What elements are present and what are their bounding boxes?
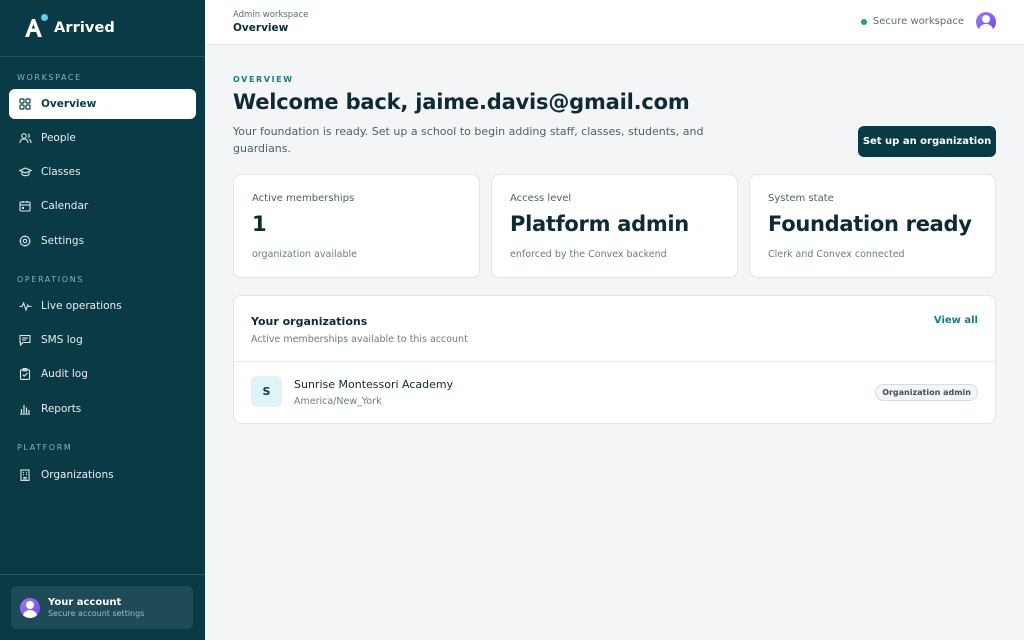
sidebar-item-classes[interactable]: Classes [9, 157, 196, 187]
sidebar-item-live-operations[interactable]: Live operations [9, 291, 196, 321]
status-dot-icon [860, 18, 867, 25]
stat-note: enforced by the Convex backend [510, 249, 667, 260]
account-title: Your account [48, 597, 122, 608]
stat-label: Active memberships [252, 193, 355, 204]
avatar [20, 597, 40, 618]
grid-icon [18, 97, 32, 111]
stat-value: 1 [252, 212, 267, 236]
organizations-title: Your organizations [251, 315, 368, 328]
sidebar-item-label: Overview [41, 98, 97, 110]
building-icon [18, 468, 32, 482]
section-eyebrow: OVERVIEW [233, 75, 294, 84]
organizations-header: Your organizations Active memberships av… [234, 296, 995, 362]
arrived-logo-icon [22, 14, 48, 39]
stat-label: Access level [510, 193, 572, 204]
sidebar-item-label: Classes [41, 166, 81, 178]
sidebar-item-sms-log[interactable]: SMS log [9, 325, 196, 355]
sidebar-item-label: Organizations [41, 469, 114, 481]
calendar-icon [18, 199, 32, 213]
organizations-panel: Your organizations Active memberships av… [233, 295, 996, 424]
sidebar: Arrived WORKSPACE Overview People Classe… [0, 0, 205, 640]
topbar: Admin workspace Overview Secure workspac… [205, 0, 1024, 45]
graduation-cap-icon [18, 165, 32, 179]
organization-initial: S [251, 376, 282, 407]
brand-name: Arrived [54, 20, 115, 36]
stat-note: Clerk and Convex connected [768, 249, 905, 260]
sidebar-item-label: Settings [41, 235, 85, 247]
account-subtitle: Secure account settings [48, 609, 145, 618]
settings-icon [18, 234, 32, 248]
sidebar-item-people[interactable]: People [9, 123, 196, 153]
sidebar-item-label: People [41, 132, 76, 144]
stat-label: System state [768, 193, 834, 204]
message-icon [18, 333, 32, 347]
intro-text: Your foundation is ready. Set up a schoo… [233, 125, 704, 155]
status-indicator: Secure workspace [860, 16, 964, 27]
section-label-workspace: WORKSPACE [17, 73, 82, 82]
stat-note: organization available [252, 249, 357, 260]
section-label-operations: OPERATIONS [17, 275, 84, 284]
status-text: Secure workspace [872, 16, 964, 27]
bar-chart-icon [18, 402, 32, 416]
stat-card-access-level: Access level Platform admin enforced by … [491, 174, 738, 278]
account-card[interactable]: Your account Secure account settings [11, 586, 193, 629]
stat-card-memberships: Active memberships 1 organization availa… [233, 174, 480, 278]
user-avatar[interactable] [976, 12, 996, 32]
sidebar-item-label: SMS log [41, 334, 83, 346]
sidebar-footer: Your account Secure account settings [0, 574, 205, 640]
view-all-link[interactable]: View all [934, 315, 978, 326]
sidebar-item-audit-log[interactable]: Audit log [9, 359, 196, 389]
section-label-platform: PLATFORM [17, 443, 73, 452]
sidebar-item-reports[interactable]: Reports [9, 394, 196, 424]
sidebar-item-organizations[interactable]: Organizations [9, 460, 196, 490]
people-icon [18, 131, 32, 145]
activity-icon [18, 299, 32, 313]
setup-organization-button[interactable]: Set up an organization [858, 126, 996, 157]
sidebar-item-label: Reports [41, 403, 82, 415]
brand[interactable]: Arrived [0, 0, 205, 57]
welcome-heading: Welcome back, jaime.davis@gmail.com [233, 90, 690, 114]
role-badge: Organization admin [875, 384, 978, 401]
sidebar-item-settings[interactable]: Settings [9, 226, 196, 256]
organization-name: Sunrise Montessori Academy [294, 378, 454, 391]
stat-card-system-state: System state Foundation ready Clerk and … [749, 174, 996, 278]
clipboard-icon [18, 367, 32, 381]
sidebar-item-calendar[interactable]: Calendar [9, 191, 196, 221]
organization-timezone: America/New_York [294, 396, 382, 407]
sidebar-item-overview[interactable]: Overview [9, 89, 196, 119]
sidebar-item-label: Live operations [41, 300, 122, 312]
organizations-subtitle: Active memberships available to this acc… [251, 334, 468, 345]
list-item[interactable]: S Sunrise Montessori Academy America/New… [234, 363, 995, 423]
stat-value: Foundation ready [768, 212, 972, 236]
page-title: Overview [233, 22, 289, 34]
breadcrumb: Admin workspace [233, 10, 309, 20]
sidebar-item-label: Audit log [41, 368, 88, 380]
sidebar-item-label: Calendar [41, 200, 89, 212]
stat-value: Platform admin [510, 212, 689, 236]
